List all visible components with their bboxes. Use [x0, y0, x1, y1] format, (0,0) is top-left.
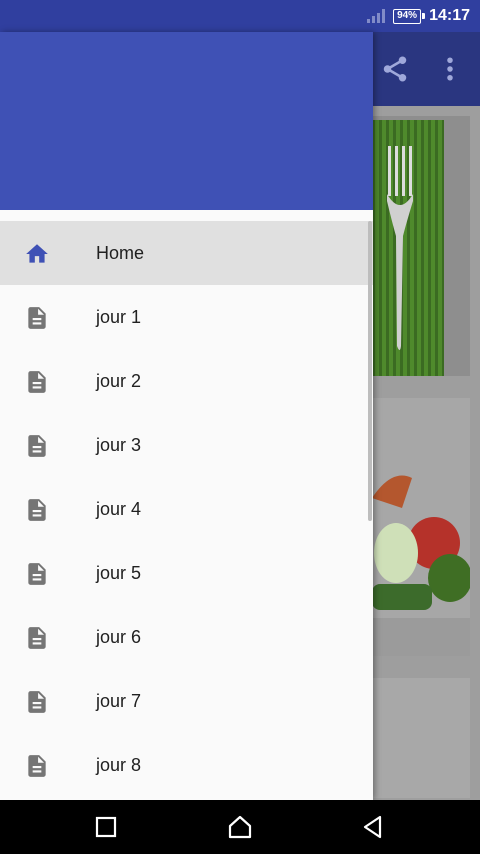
drawer-menu: Home jour 1 jour 2 jour 3 jour 4 jour 5 …: [0, 221, 373, 797]
back-icon[interactable]: [358, 812, 388, 842]
drawer-header: [0, 32, 373, 210]
signal-icon: [367, 9, 386, 23]
nav-item-label: Home: [96, 242, 145, 263]
status-bar: 94% 14:17: [0, 0, 480, 32]
battery-icon: 94%: [393, 8, 426, 24]
clock: 14:17: [429, 7, 470, 24]
document-icon: [28, 307, 46, 329]
document-icon: [28, 499, 46, 521]
home-icon: [26, 244, 48, 263]
nav-item-jour-8[interactable]: jour 8: [0, 733, 373, 797]
nav-item-label: jour 3: [96, 434, 142, 455]
nav-item-label: jour 2: [96, 370, 142, 391]
nav-item-jour-3[interactable]: jour 3: [0, 413, 373, 477]
navigation-drawer: Home jour 1 jour 2 jour 3 jour 4 jour 5 …: [0, 32, 373, 800]
share-icon[interactable]: [380, 54, 410, 84]
document-icon: [28, 627, 46, 649]
content-card-image[interactable]: [372, 116, 470, 376]
home-icon[interactable]: [225, 812, 255, 842]
nav-item-label: jour 6: [96, 626, 142, 647]
content-card[interactable]: [372, 678, 470, 798]
content-card-image[interactable]: [372, 398, 470, 656]
more-vert-icon[interactable]: [442, 54, 458, 84]
document-icon: [28, 563, 46, 585]
recents-icon[interactable]: [91, 812, 121, 842]
fork-image: [387, 146, 413, 350]
nav-item-jour-1[interactable]: jour 1: [0, 285, 373, 349]
nav-item-label: jour 4: [96, 498, 142, 519]
nav-item-label: jour 8: [96, 754, 142, 775]
status-indicators: 94% 14:17: [367, 0, 470, 32]
document-icon: [28, 371, 46, 393]
nav-item-label: jour 7: [96, 690, 142, 711]
nav-item-jour-6[interactable]: jour 6: [0, 605, 373, 669]
vegetables-image: [372, 398, 470, 656]
system-nav-bar: [0, 800, 480, 854]
document-icon: [28, 755, 46, 777]
nav-item-label: jour 1: [96, 306, 142, 327]
nav-item-label: jour 5: [96, 562, 142, 583]
document-icon: [28, 435, 46, 457]
battery-level: 94%: [397, 9, 418, 21]
drawer-scrollbar[interactable]: [368, 221, 372, 521]
nav-item-jour-2[interactable]: jour 2: [0, 349, 373, 413]
nav-item-home[interactable]: Home: [0, 221, 373, 285]
document-icon: [28, 691, 46, 713]
nav-item-jour-5[interactable]: jour 5: [0, 541, 373, 605]
nav-item-jour-4[interactable]: jour 4: [0, 477, 373, 541]
nav-item-jour-7[interactable]: jour 7: [0, 669, 373, 733]
